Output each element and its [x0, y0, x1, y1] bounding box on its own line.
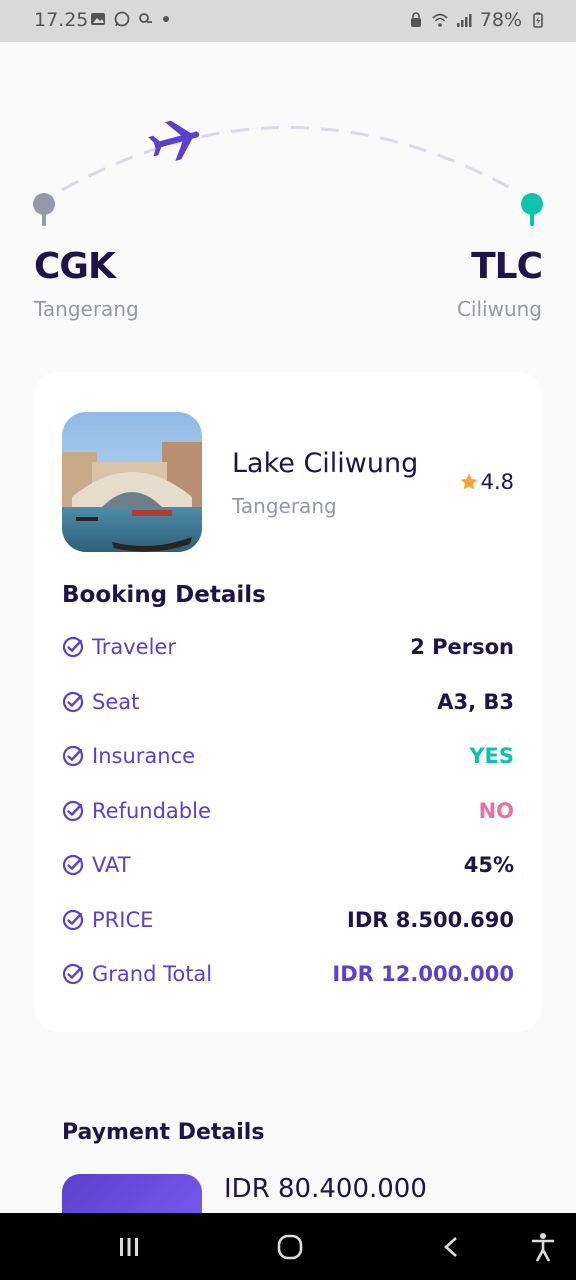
booking-row-grand-total: Grand Total IDR 12.000.000 — [62, 957, 514, 991]
booking-row-value: 45% — [463, 853, 514, 877]
booking-row-label: Grand Total — [92, 962, 213, 986]
payment-amount: IDR 80.400.000 — [224, 1174, 427, 1204]
status-time: 17.25 — [34, 9, 89, 31]
image-icon — [91, 13, 105, 25]
star-icon — [460, 473, 478, 490]
booking-row-traveler: Traveler 2 Person — [62, 630, 514, 664]
recents-icon[interactable] — [117, 1235, 141, 1259]
booking-row-value: NO — [478, 798, 514, 823]
booking-row-label: VAT — [92, 853, 131, 877]
dot-icon — [163, 16, 169, 22]
destination-city: Ciliwung — [456, 297, 542, 321]
booking-row-insurance: Insurance YES — [62, 739, 514, 773]
status-bar: 17.25 78% — [0, 0, 576, 42]
route-arc — [33, 120, 543, 226]
booking-row-vat: VAT 45% — [62, 848, 514, 882]
booking-row-refundable: Refundable NO — [62, 794, 514, 828]
destination-airport: TLC Ciliwung — [456, 246, 543, 321]
wifi-icon — [432, 13, 448, 27]
booking-row-price: PRICE IDR 8.500.690 — [62, 903, 514, 937]
battery-icon — [533, 12, 543, 28]
plane-icon — [148, 120, 200, 161]
check-circle-icon — [62, 745, 84, 767]
destination-name: Lake Ciliwung — [232, 448, 419, 479]
booking-row-value: 2 Person — [410, 635, 514, 659]
booking-card: Lake Ciliwung Tangerang 4.8 Booking Deta… — [34, 372, 542, 1032]
rating: 4.8 — [459, 470, 514, 494]
origin-pin-icon — [33, 193, 55, 226]
booking-row-seat: Seat A3, B3 — [62, 685, 514, 719]
booking-row-value: IDR 12.000.000 — [332, 962, 514, 986]
booking-row-value: A3, B3 — [437, 689, 514, 714]
booking-row-label: Seat — [92, 689, 140, 714]
booking-row-label: Traveler — [92, 635, 176, 659]
booking-row-label: Insurance — [92, 744, 196, 768]
back-icon[interactable] — [440, 1235, 464, 1259]
payment-details-title: Payment Details — [62, 1120, 265, 1145]
lock-icon — [410, 12, 421, 27]
origin-airport: CGK Tangerang — [34, 246, 139, 321]
booking-details-title: Booking Details — [62, 582, 266, 608]
check-circle-icon — [62, 963, 84, 985]
accessibility-icon[interactable] — [530, 1232, 556, 1262]
rating-value: 4.8 — [480, 470, 514, 494]
check-circle-icon — [62, 909, 84, 930]
check-circle-icon — [62, 691, 84, 712]
booking-row-value: IDR 8.500.690 — [347, 907, 514, 932]
booking-row-value: YES — [469, 744, 514, 768]
signal-icon — [456, 14, 472, 27]
home-icon[interactable] — [276, 1233, 304, 1261]
destination-pin-icon — [521, 193, 543, 226]
booking-row-label: Refundable — [92, 798, 211, 823]
origin-code: CGK — [34, 246, 116, 287]
origin-city: Tangerang — [34, 297, 139, 321]
destination-city-label: Tangerang — [232, 494, 337, 518]
destination-image — [62, 412, 202, 552]
check-circle-icon — [62, 636, 84, 658]
navigation-bar — [0, 1213, 576, 1280]
check-circle-icon — [62, 854, 84, 876]
battery-percent: 78% — [479, 9, 522, 31]
booking-row-label: PRICE — [92, 907, 154, 932]
whatsapp-icon — [114, 11, 130, 27]
weather-icon — [139, 13, 152, 23]
destination-code: TLC — [471, 246, 543, 287]
check-circle-icon — [62, 800, 84, 821]
